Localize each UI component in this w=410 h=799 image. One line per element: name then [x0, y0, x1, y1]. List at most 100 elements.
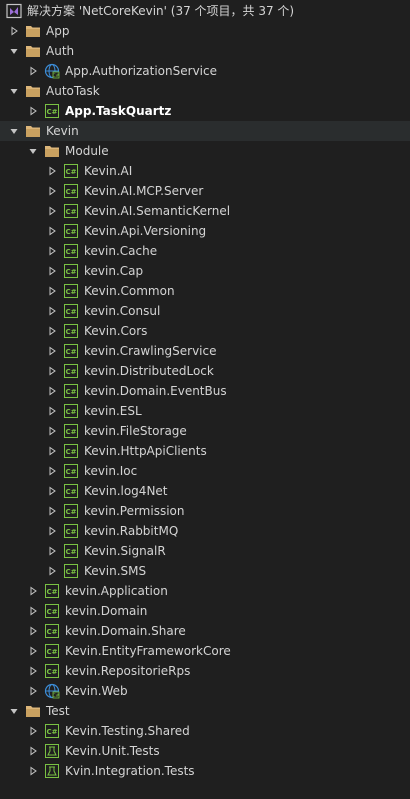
tree-project-node[interactable]: Kevin.Unit.Tests — [0, 741, 410, 761]
tree-project-node[interactable]: Kvin.Integration.Tests — [0, 761, 410, 781]
chevron-right-icon[interactable] — [45, 261, 59, 281]
tree-project-node[interactable]: C# Kevin.Testing.Shared — [0, 721, 410, 741]
csharp-project-icon: C# — [63, 503, 79, 519]
chevron-right-icon[interactable] — [26, 761, 40, 781]
svg-text:C#: C# — [65, 408, 76, 416]
chevron-right-icon[interactable] — [45, 501, 59, 521]
csharp-project-icon: C# — [44, 603, 60, 619]
chevron-right-icon[interactable] — [26, 601, 40, 621]
chevron-right-icon[interactable] — [7, 21, 21, 41]
solution-node[interactable]: 解决方案 'NetCoreKevin' (37 个项目，共 37 个) — [0, 1, 410, 21]
chevron-right-icon[interactable] — [26, 641, 40, 661]
chevron-down-icon[interactable] — [7, 121, 21, 141]
folder-icon — [25, 83, 41, 99]
csharp-project-icon: C# — [63, 403, 79, 419]
tree-project-node[interactable]: C# kevin.RepositorieRps — [0, 661, 410, 681]
chevron-right-icon[interactable] — [26, 581, 40, 601]
tree-project-node[interactable]: C# Kevin.log4Net — [0, 481, 410, 501]
chevron-right-icon[interactable] — [26, 661, 40, 681]
chevron-right-icon[interactable] — [45, 201, 59, 221]
tree-project-node[interactable]: C# kevin.DistributedLock — [0, 361, 410, 381]
tree-project-node[interactable]: C# App.TaskQuartz — [0, 101, 410, 121]
chevron-down-icon[interactable] — [7, 41, 21, 61]
csharp-project-icon: C# — [63, 363, 79, 379]
csharp-project-icon: C# — [63, 163, 79, 179]
test-project-icon — [44, 743, 60, 759]
tree-project-node[interactable]: C# kevin.Domain — [0, 601, 410, 621]
chevron-down-icon[interactable] — [7, 701, 21, 721]
chevron-right-icon[interactable] — [45, 181, 59, 201]
tree-project-node[interactable]: C# App.AuthorizationService — [0, 61, 410, 81]
tree-folder-node[interactable]: Module — [0, 141, 410, 161]
svg-text:C#: C# — [65, 448, 76, 456]
tree-project-node[interactable]: C# kevin.Consul — [0, 301, 410, 321]
chevron-right-icon[interactable] — [26, 101, 40, 121]
tree-project-node[interactable]: C# Kevin.Api.Versioning — [0, 221, 410, 241]
chevron-right-icon[interactable] — [45, 161, 59, 181]
tree-project-node[interactable]: C# kevin.Cap — [0, 261, 410, 281]
chevron-right-icon[interactable] — [45, 381, 59, 401]
tree-folder-node[interactable]: AutoTask — [0, 81, 410, 101]
chevron-down-icon[interactable] — [7, 81, 21, 101]
folder-icon — [25, 23, 41, 39]
tree-project-node[interactable]: C# Kevin.Web — [0, 681, 410, 701]
tree-project-node[interactable]: C# Kevin.Cors — [0, 321, 410, 341]
tree-project-node[interactable]: C# kevin.RabbitMQ — [0, 521, 410, 541]
chevron-right-icon[interactable] — [45, 541, 59, 561]
csharp-project-icon: C# — [63, 483, 79, 499]
chevron-right-icon[interactable] — [45, 301, 59, 321]
tree-project-node[interactable]: C# kevin.FileStorage — [0, 421, 410, 441]
tree-project-node[interactable]: C# kevin.ESL — [0, 401, 410, 421]
chevron-down-icon[interactable] — [26, 141, 40, 161]
tree-project-node[interactable]: C# kevin.Application — [0, 581, 410, 601]
chevron-right-icon[interactable] — [26, 741, 40, 761]
chevron-right-icon[interactable] — [45, 401, 59, 421]
chevron-right-icon[interactable] — [26, 681, 40, 701]
tree-node-label: Kevin.Web — [65, 684, 128, 698]
tree-node-label: Auth — [46, 44, 75, 58]
chevron-right-icon[interactable] — [45, 561, 59, 581]
tree-project-node[interactable]: C# Kevin.SignalR — [0, 541, 410, 561]
folder-icon — [25, 123, 41, 139]
csharp-project-icon: C# — [63, 563, 79, 579]
chevron-right-icon[interactable] — [45, 481, 59, 501]
chevron-right-icon[interactable] — [45, 441, 59, 461]
tree-project-node[interactable]: C# kevin.Cache — [0, 241, 410, 261]
tree-folder-node[interactable]: Auth — [0, 41, 410, 61]
tree-project-node[interactable]: C# kevin.CrawlingService — [0, 341, 410, 361]
chevron-right-icon[interactable] — [45, 461, 59, 481]
chevron-right-icon[interactable] — [45, 241, 59, 261]
svg-text:C#: C# — [46, 608, 57, 616]
tree-project-node[interactable]: C# kevin.Permission — [0, 501, 410, 521]
tree-folder-node[interactable]: Kevin — [0, 121, 410, 141]
tree-project-node[interactable]: C# kevin.Domain.Share — [0, 621, 410, 641]
chevron-right-icon[interactable] — [45, 421, 59, 441]
tree-node-label: kevin.FileStorage — [84, 424, 187, 438]
tree-project-node[interactable]: C# Kevin.AI.SemanticKernel — [0, 201, 410, 221]
tree-project-node[interactable]: C# kevin.Domain.EventBus — [0, 381, 410, 401]
chevron-right-icon[interactable] — [26, 721, 40, 741]
tree-project-node[interactable]: C# Kevin.AI.MCP.Server — [0, 181, 410, 201]
svg-text:C#: C# — [65, 548, 76, 556]
chevron-right-icon[interactable] — [45, 341, 59, 361]
chevron-right-icon[interactable] — [45, 281, 59, 301]
tree-project-node[interactable]: C# Kevin.SMS — [0, 561, 410, 581]
chevron-right-icon[interactable] — [45, 321, 59, 341]
tree-project-node[interactable]: C# Kevin.HttpApiClients — [0, 441, 410, 461]
tree-node-label: Kevin.AI.SemanticKernel — [84, 204, 231, 218]
tree-project-node[interactable]: C# Kevin.Common — [0, 281, 410, 301]
svg-text:C#: C# — [65, 188, 76, 196]
tree-project-node[interactable]: C# kevin.Ioc — [0, 461, 410, 481]
tree-folder-node[interactable]: Test — [0, 701, 410, 721]
csharp-project-icon: C# — [63, 343, 79, 359]
tree-project-node[interactable]: C# Kevin.EntityFrameworkCore — [0, 641, 410, 661]
chevron-right-icon[interactable] — [45, 221, 59, 241]
tree-node-label: Kevin.HttpApiClients — [84, 444, 207, 458]
tree-project-node[interactable]: C# Kevin.AI — [0, 161, 410, 181]
tree-node-label: Kevin.Common — [84, 284, 175, 298]
chevron-right-icon[interactable] — [26, 621, 40, 641]
chevron-right-icon[interactable] — [26, 61, 40, 81]
chevron-right-icon[interactable] — [45, 521, 59, 541]
chevron-right-icon[interactable] — [45, 361, 59, 381]
tree-folder-node[interactable]: App — [0, 21, 410, 41]
